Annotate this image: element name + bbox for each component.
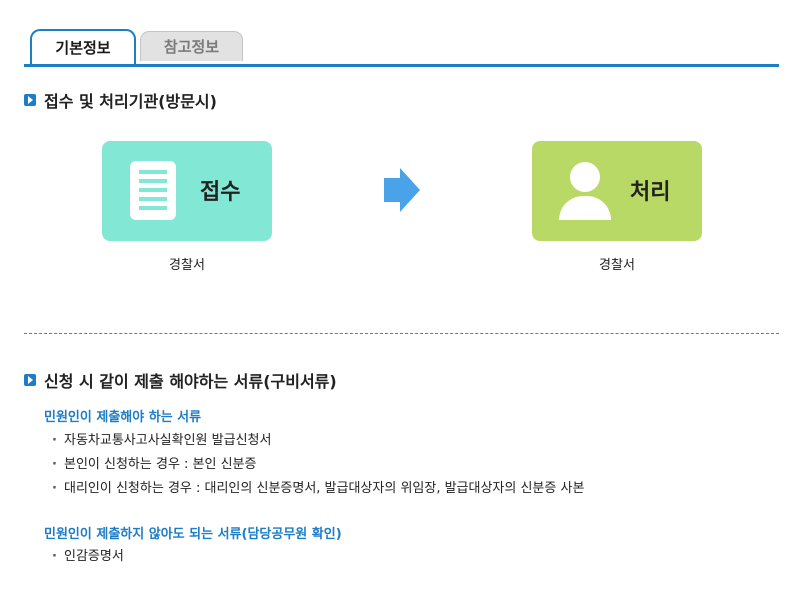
person-icon — [559, 162, 611, 220]
list-item: 본인이 신청하는 경우 : 본인 신분증 — [52, 453, 584, 477]
list-item: 인감증명서 — [52, 545, 124, 569]
process-label: 처리 — [630, 180, 671, 205]
section-bullet-icon — [24, 94, 36, 106]
section-agency-heading: 접수 및 처리기관(방문시) — [24, 88, 217, 112]
section-docs-heading: 신청 시 같이 제출 해야하는 서류(구비서류) — [24, 368, 337, 392]
section-agency-title: 접수 및 처리기관(방문시) — [44, 92, 217, 111]
receive-caption: 경찰서 — [169, 258, 205, 273]
section-docs-title: 신청 시 같이 제출 해야하는 서류(구비서류) — [44, 372, 337, 391]
tab-bar: 기본정보 참고정보 — [24, 29, 779, 67]
not-required-docs-title: 민원인이 제출하지 않아도 되는 서류(담당공무원 확인) — [44, 527, 342, 542]
section-bullet-icon — [24, 374, 36, 386]
list-item: 대리인이 신청하는 경우 : 대리인의 신분증명서, 발급대상자의 위임장, 발… — [52, 477, 584, 501]
tab-basic-info[interactable]: 기본정보 — [30, 29, 136, 64]
arrow-right-icon — [384, 168, 420, 212]
section-divider — [24, 333, 779, 334]
not-required-docs-list: 인감증명서 — [52, 545, 124, 569]
process-box: 처리 — [532, 141, 702, 241]
process-caption: 경찰서 — [599, 258, 635, 273]
tab-reference-info[interactable]: 참고정보 — [140, 31, 243, 61]
receive-label: 접수 — [200, 180, 241, 205]
receive-box: 접수 — [102, 141, 272, 241]
required-docs-list: 자동차교통사고사실확인원 발급신청서 본인이 신청하는 경우 : 본인 신분증 … — [52, 429, 584, 501]
document-icon — [130, 161, 176, 220]
required-docs-title: 민원인이 제출해야 하는 서류 — [44, 410, 202, 425]
list-item: 자동차교통사고사실확인원 발급신청서 — [52, 429, 584, 453]
